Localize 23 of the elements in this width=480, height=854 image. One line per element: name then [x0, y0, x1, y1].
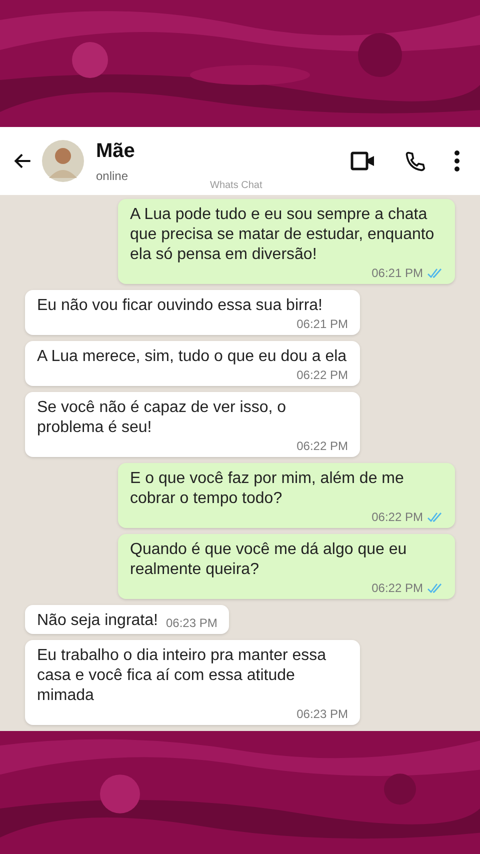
- message-time: 06:21 PM: [296, 316, 348, 332]
- message-text: E o que você faz por mim, além de me cobrar o tempo todo?: [130, 469, 405, 509]
- message-text: A Lua pode tudo e eu sou sempre a chata que precisa se matar de estudar, enquanto ela só pensa em diversão!: [130, 205, 436, 265]
- more-options-icon[interactable]: [454, 150, 460, 172]
- chat-label: Whats Chat: [210, 179, 262, 193]
- message-text: Eu não vou ficar ouvindo essa sua birra!: [37, 296, 322, 316]
- phone-icon[interactable]: [404, 150, 426, 172]
- message-text: Quando é que você me dá algo que eu realmente queira?: [130, 540, 408, 580]
- message-time: 06:22 PM: [372, 509, 423, 525]
- message-time: 06:22 PM: [296, 438, 348, 454]
- message-time: 06:22 PM: [296, 367, 348, 383]
- avatar: [42, 140, 84, 182]
- message-text: Não seja ingrata!: [37, 611, 158, 631]
- contact-status: online: [96, 168, 130, 185]
- contact-name: Mãe: [96, 139, 135, 163]
- message-text: Se você não é capaz de ver isso, o problema é seu!: [37, 398, 288, 438]
- video-call-icon[interactable]: [350, 150, 376, 172]
- message-text: A Lua merece, sim, tudo o que eu dou a ela: [37, 347, 347, 367]
- message-text: Eu trabalho o dia inteiro pra manter essa casa e você fica aí com essa atitude mimada: [37, 646, 328, 706]
- message-time: 06:23 PM: [296, 706, 348, 722]
- message-time: 06:23 PM: [166, 615, 218, 631]
- message-time: 06:22 PM: [372, 580, 423, 596]
- message-time: 06:21 PM: [372, 265, 423, 281]
